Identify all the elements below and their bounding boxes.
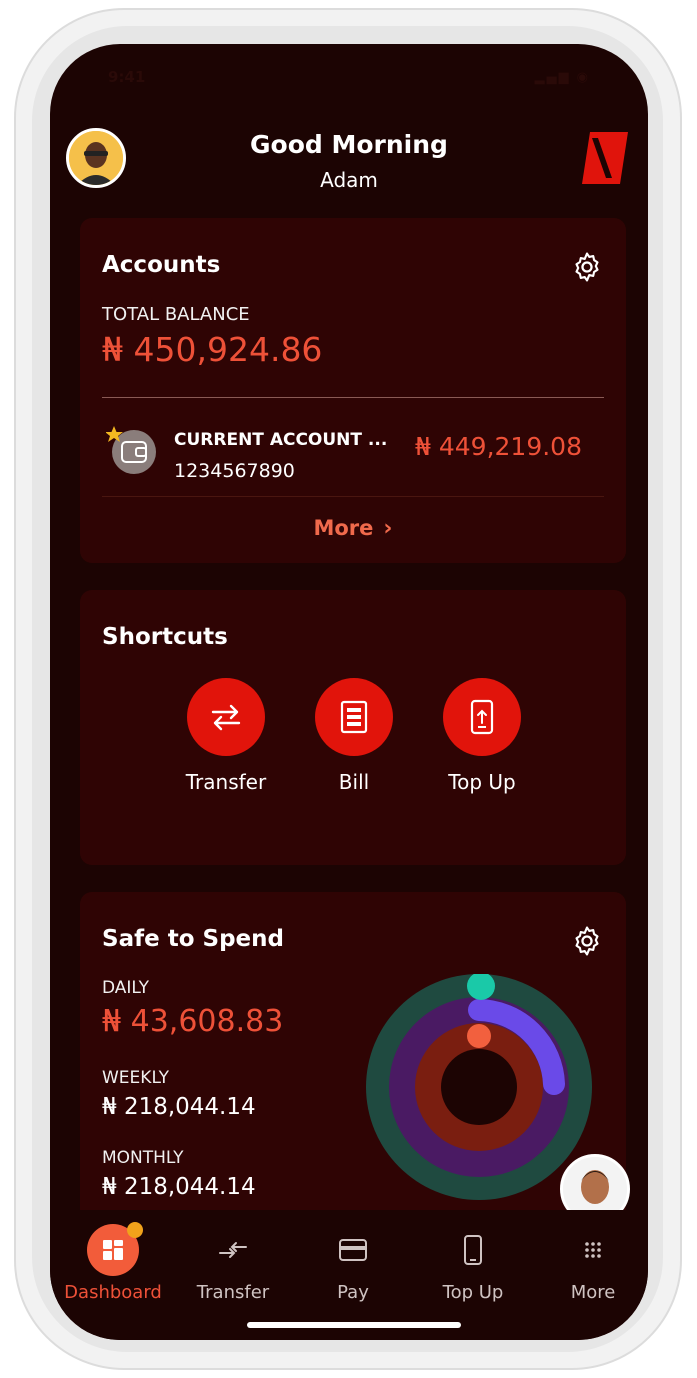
safe-to-spend-card: Safe to Spend DAILY ₦ 43,608.83 WEEKLY ₦… [80,892,626,1222]
total-balance-label: TOTAL BALANCE [102,304,250,325]
more-label: More [313,516,374,540]
account-name[interactable]: CURRENT ACCOUNT ... [174,430,387,450]
shortcuts-title: Shortcuts [102,624,228,650]
more-accounts-link[interactable]: More › [80,516,626,541]
home-indicator[interactable] [247,1322,461,1328]
accounts-title: Accounts [102,252,221,278]
chevron-right-icon: › [383,516,393,541]
shortcut-transfer[interactable]: Transfer [166,678,286,794]
nav-pay[interactable]: Pay [293,1228,413,1303]
shortcut-topup[interactable]: Top Up [422,678,542,794]
status-time: 9:41 [108,68,146,86]
brand-logo-icon [582,132,628,184]
divider [102,397,604,398]
grid-dots-icon [533,1228,648,1272]
bill-icon [315,678,393,756]
spending-rings-chart [366,974,592,1200]
safe-settings-gear-icon[interactable] [570,924,604,958]
user-name: Adam [320,168,378,192]
monthly-value: ₦ 218,044.14 [102,1174,256,1200]
shortcut-label: Bill [338,770,370,794]
nav-label: Dashboard [64,1282,162,1303]
monthly-label: MONTHLY [102,1148,184,1168]
account-balance: ₦ 449,219.08 [415,432,582,461]
notification-dot [127,1222,143,1238]
weekly-value: ₦ 218,044.14 [102,1094,256,1120]
card-icon [293,1228,413,1272]
total-balance-value: ₦ 450,924.86 [102,330,323,369]
nav-topup[interactable]: Top Up [413,1228,533,1303]
greeting-title: Good Morning [250,130,448,159]
dashboard-icon [87,1222,143,1276]
daily-label: DAILY [102,978,150,998]
wallet-icon [106,426,156,474]
nav-label: Top Up [442,1282,504,1303]
account-number: 1234567890 [174,460,295,482]
status-bar: 9:41 ▂▄▆ ◉ [50,66,648,96]
weekly-label: WEEKLY [102,1068,170,1088]
transfer-icon [173,1228,293,1272]
divider [102,496,604,497]
phone-icon [413,1228,533,1272]
bottom-navigation: Dashboard Transfer Pay Top Up More [50,1210,648,1340]
accounts-card: Accounts TOTAL BALANCE ₦ 450,924.86 CURR… [80,218,626,563]
transfer-arrows-icon [187,678,265,756]
safe-to-spend-title: Safe to Spend [102,926,284,952]
nav-more[interactable]: More [533,1228,648,1303]
nav-label: More [570,1282,616,1303]
shortcut-bill[interactable]: Bill [294,678,414,794]
accounts-settings-gear-icon[interactable] [570,250,604,284]
nav-label: Transfer [196,1282,270,1303]
shortcuts-card: Shortcuts Transfer Bill Top Up [80,590,626,865]
phone-topup-icon [443,678,521,756]
nav-label: Pay [337,1282,369,1303]
app-screen: 9:41 ▂▄▆ ◉ Good Morning Adam Accounts TO… [50,44,648,1340]
nav-dashboard[interactable]: Dashboard [53,1222,173,1303]
status-signal-icons: ▂▄▆ ◉ [534,70,590,85]
shortcut-label: Top Up [448,770,516,794]
daily-value: ₦ 43,608.83 [102,1004,284,1039]
nav-transfer[interactable]: Transfer [173,1228,293,1303]
shortcut-label: Transfer [185,770,267,794]
